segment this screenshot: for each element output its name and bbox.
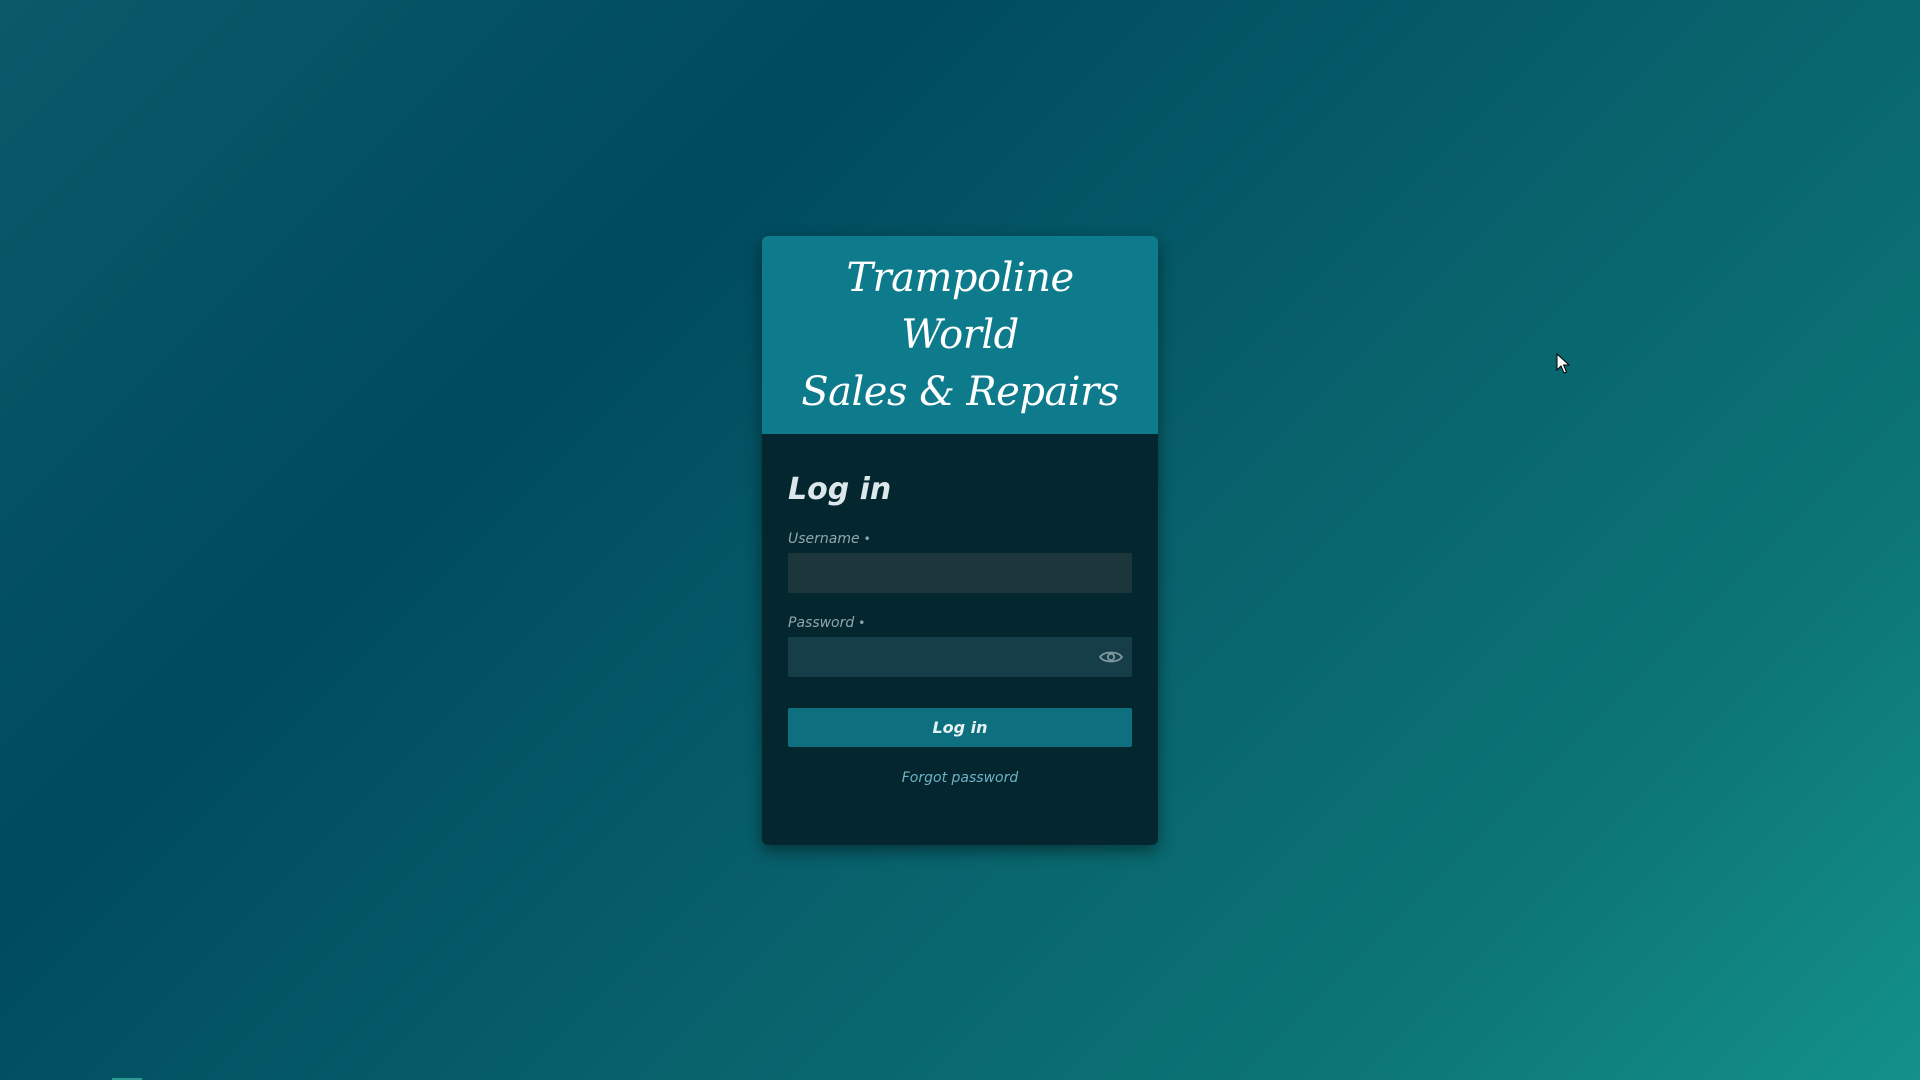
brand-title-line-1: Trampoline World — [846, 254, 1074, 358]
mouse-cursor-icon — [1556, 353, 1570, 374]
username-input[interactable] — [788, 553, 1132, 593]
password-label: Password • — [788, 614, 865, 632]
username-label-text: Username — [788, 531, 860, 547]
eye-icon-graphic — [1099, 651, 1123, 663]
login-button[interactable]: Log in — [788, 708, 1132, 747]
login-heading: Log in — [788, 472, 892, 507]
forgot-password-link[interactable]: Forgot password — [788, 769, 1132, 787]
password-field — [788, 637, 1132, 677]
login-card: Trampoline World Sales & Repairs Log in … — [762, 236, 1158, 845]
password-label-text: Password — [788, 615, 855, 631]
brand-title: Trampoline World Sales & Repairs — [790, 250, 1130, 421]
eye-icon[interactable] — [1098, 645, 1124, 669]
brand-title-line-2: Sales & Repairs — [801, 368, 1119, 415]
password-input[interactable] — [788, 637, 1088, 677]
required-marker: • — [863, 532, 871, 546]
required-marker: • — [858, 616, 866, 630]
brand-header: Trampoline World Sales & Repairs — [762, 236, 1158, 434]
username-label: Username • — [788, 530, 871, 548]
